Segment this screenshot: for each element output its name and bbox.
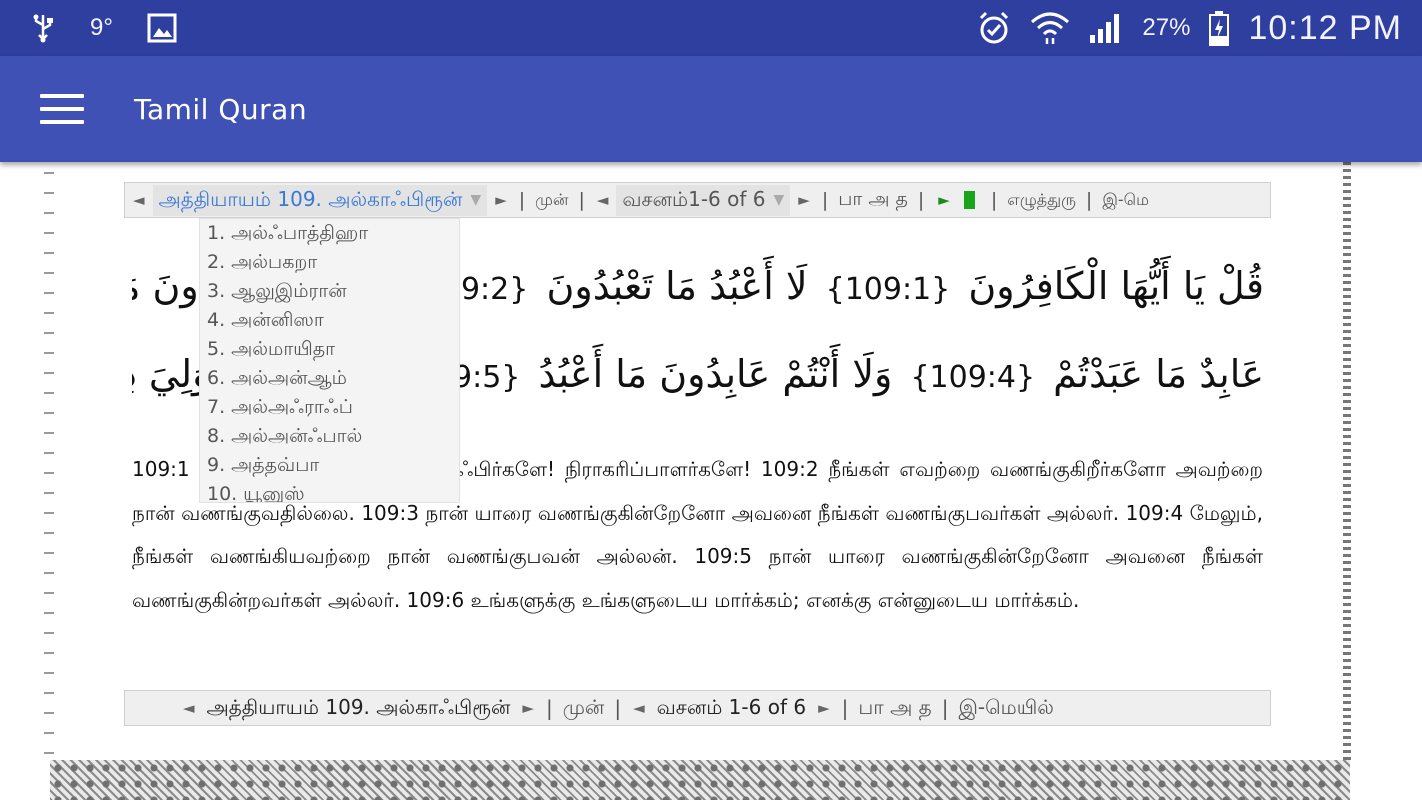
divider: | bbox=[941, 696, 949, 720]
email-link[interactable]: இ-மெயில் bbox=[952, 695, 1059, 722]
divider: | bbox=[821, 189, 829, 211]
next-verse-button[interactable]: ► bbox=[790, 191, 818, 209]
font-link[interactable]: எழுத்துரு bbox=[1001, 190, 1082, 211]
battery-percent: 27% bbox=[1142, 14, 1191, 41]
hamburger-menu-icon[interactable] bbox=[40, 94, 84, 124]
divider: | bbox=[614, 696, 622, 720]
arabic-text: لَا أَعْبُدُ مَا تَعْبُدُونَ bbox=[546, 264, 808, 308]
signal-degree-text: 9° bbox=[90, 14, 113, 41]
verse-select[interactable]: வசனம்1-6 of 6 ▼ bbox=[616, 184, 791, 216]
verse-number: {109:1} bbox=[825, 272, 951, 307]
next-chapter-button[interactable]: ► bbox=[514, 699, 542, 717]
bottom-navigation-bar: ◄ அத்தியாயம் 109. அல்காஃபிரூன் ► | முன் … bbox=[124, 690, 1271, 726]
clock-time: 10:12 PM bbox=[1248, 8, 1402, 47]
arabic-text: عَابِدٌ مَا عَبَدْتُمْ bbox=[1053, 352, 1264, 396]
divider: | bbox=[545, 696, 553, 720]
app-title: Tamil Quran bbox=[134, 92, 308, 126]
divider: | bbox=[578, 189, 585, 211]
divider: | bbox=[990, 189, 998, 211]
email-link[interactable]: இ-மெ bbox=[1096, 190, 1155, 211]
chapter-dropdown-list[interactable]: 1. அல்ஃபாத்திஹா 2. அல்பகறா 3. ஆலுஇம்ரான்… bbox=[199, 218, 460, 503]
wifi-icon bbox=[1030, 10, 1070, 46]
cell-signal-icon bbox=[1088, 11, 1124, 45]
status-bar: 9° 27% 10:12 PM bbox=[0, 0, 1422, 56]
divider: | bbox=[841, 696, 849, 720]
usb-icon bbox=[30, 13, 56, 43]
decorative-border-left bbox=[44, 162, 54, 762]
prev-chapter-button[interactable]: ◄ bbox=[125, 191, 153, 209]
previous-link[interactable]: முன் bbox=[557, 695, 611, 722]
play-icon[interactable]: ► bbox=[928, 191, 960, 209]
top-navigation-bar: ◄ அத்தியாயம் 109. அல்காஃபிரூன் ▼ ► | முன… bbox=[124, 182, 1271, 218]
dropdown-item[interactable]: 7. அல்அஃராஃப் bbox=[200, 393, 459, 422]
dropdown-item[interactable]: 10. யூனுஸ் bbox=[200, 480, 459, 502]
divider: | bbox=[1085, 189, 1093, 211]
chapter-select[interactable]: அத்தியாயம் 109. அல்காஃபிரூன் ▼ bbox=[152, 184, 488, 216]
next-chapter-button[interactable]: ► bbox=[487, 191, 515, 209]
stop-icon[interactable] bbox=[963, 191, 975, 209]
content-area: ◄ அத்தியாயம் 109. அல்காஃபிரூன் ▼ ► | முன… bbox=[0, 162, 1422, 800]
image-icon bbox=[147, 13, 177, 43]
dropdown-item[interactable]: 3. ஆலுஇம்ரான் bbox=[200, 277, 459, 306]
app-bar: Tamil Quran bbox=[0, 56, 1422, 162]
prev-chapter-button[interactable]: ◄ bbox=[175, 699, 203, 717]
prev-verse-button[interactable]: ◄ bbox=[625, 699, 653, 717]
prev-verse-button[interactable]: ◄ bbox=[589, 191, 617, 209]
dropdown-item[interactable]: 1. அல்ஃபாத்திஹா bbox=[200, 219, 459, 248]
chevron-down-icon: ▼ bbox=[470, 192, 482, 208]
next-verse-button[interactable]: ► bbox=[810, 699, 838, 717]
chapter-label: அத்தியாயம் 109. அல்காஃபிரூன் bbox=[206, 694, 511, 719]
previous-link[interactable]: முன் bbox=[529, 190, 574, 211]
verse-number: {109:4} bbox=[910, 360, 1036, 395]
dropdown-item[interactable]: 4. அன்னிஸா bbox=[200, 306, 459, 335]
chapter-select-label: அத்தியாயம் 109. அல்காஃபிரூன் bbox=[158, 186, 463, 211]
decorative-border-right bbox=[1343, 162, 1351, 762]
dropdown-item[interactable]: 6. அல்அன்ஆம் bbox=[200, 364, 459, 393]
divider: | bbox=[518, 189, 526, 211]
dropdown-item[interactable]: 2. அல்பகறா bbox=[200, 248, 459, 277]
verse-label: வசனம் 1-6 of 6 bbox=[656, 694, 807, 719]
verse-select-label: வசனம்1-6 of 6 bbox=[622, 186, 766, 211]
divider: | bbox=[917, 189, 925, 211]
script-toggle-link[interactable]: பா அ த bbox=[852, 695, 937, 722]
battery-charging-icon bbox=[1208, 10, 1230, 46]
arabic-text: قُلْ يَا أَيُّهَا الْكَافِرُونَ bbox=[968, 264, 1264, 308]
decorative-ornament-border bbox=[50, 760, 1350, 800]
chevron-down-icon: ▼ bbox=[773, 192, 785, 208]
arabic-text: وَلَا أَنْتُمْ عَابِدُونَ مَا أَعْبُدُ bbox=[538, 352, 893, 396]
dropdown-item[interactable]: 8. அல்அன்ஃபால் bbox=[200, 422, 459, 451]
dropdown-item[interactable]: 5. அல்மாயிதா bbox=[200, 335, 459, 364]
alarm-icon bbox=[976, 10, 1012, 46]
script-toggle-link[interactable]: பா அ த bbox=[832, 188, 914, 213]
dropdown-item[interactable]: 9. அத்தவ்பா bbox=[200, 451, 459, 480]
